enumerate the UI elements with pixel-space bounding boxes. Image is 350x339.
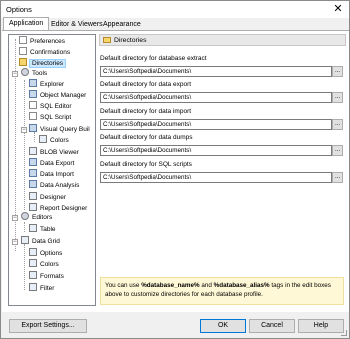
folder-icon	[19, 58, 27, 67]
preferences-icon	[19, 36, 27, 45]
collapse-editors-icon[interactable]: −	[12, 215, 18, 221]
tree-item-sql-editor[interactable]: SQL Editor	[29, 101, 72, 112]
tree-item-tools[interactable]: Tools	[21, 68, 47, 79]
field-label-data-dumps: Default directory for data dumps	[100, 134, 193, 141]
report-designer-icon	[29, 203, 37, 212]
visual-query-icon	[29, 124, 37, 133]
data-dumps-dir-input[interactable]: C:\Users\Softpedia\Documents\	[100, 145, 332, 156]
tree-item-data-export[interactable]: Data Export	[29, 158, 74, 169]
directories-panel: Directories Default directory for databa…	[99, 34, 346, 306]
tree-item-table[interactable]: Table	[29, 224, 56, 235]
folder-icon	[103, 37, 111, 43]
formats-icon	[29, 271, 37, 280]
tree-item-blob-viewer[interactable]: BLOB Viewer	[29, 147, 79, 158]
browse-sql-scripts-button[interactable]: ...	[332, 172, 343, 183]
options-icon	[29, 248, 37, 257]
tree-item-explorer[interactable]: Explorer	[29, 79, 64, 90]
tools-icon	[21, 68, 29, 77]
window-title: Options	[6, 5, 32, 14]
info-hint: You can use %database_name% and %databas…	[100, 277, 344, 305]
cancel-button[interactable]: Cancel	[249, 319, 295, 333]
blob-viewer-icon	[29, 147, 37, 156]
tag-database-name: %database_name%	[141, 282, 200, 289]
title-bar: Options ✕	[1, 1, 349, 18]
options-window: Options ✕ Application Editor & Viewers A…	[0, 0, 350, 339]
sql-script-icon	[29, 112, 37, 121]
tree-line	[24, 244, 25, 290]
editors-icon	[21, 212, 29, 221]
tree-item-data-analysis[interactable]: Data Analysis	[29, 180, 79, 191]
field-label-database-extract: Default directory for database extract	[100, 55, 207, 62]
object-manager-icon	[29, 90, 37, 99]
database-extract-dir-input[interactable]: C:\Users\Softpedia\Documents\	[100, 66, 332, 77]
tree-item-data-grid[interactable]: Data Grid	[21, 236, 60, 247]
field-label-data-import: Default directory for data import	[100, 108, 192, 115]
confirmations-icon	[19, 47, 27, 56]
colors-icon	[29, 259, 37, 268]
data-grid-icon	[21, 236, 29, 245]
sql-scripts-dir-input[interactable]: C:\Users\Softpedia\Documents\	[100, 172, 332, 183]
resize-grip-icon[interactable]	[341, 330, 347, 336]
tag-database-alias: %database_alias%	[213, 282, 270, 289]
tree-item-grid-colors[interactable]: Colors	[29, 259, 59, 270]
sql-editor-icon	[29, 101, 37, 110]
data-export-icon	[29, 158, 37, 167]
collapse-visual-query-icon[interactable]: −	[21, 127, 27, 133]
panel-header: Directories	[99, 34, 346, 46]
filter-icon	[29, 283, 37, 292]
tree-item-visual-query-builder[interactable]: Visual Query Buil	[29, 124, 90, 135]
browse-data-import-button[interactable]: ...	[332, 119, 343, 130]
browse-database-extract-button[interactable]: ...	[332, 66, 343, 77]
field-label-sql-scripts: Default directory for SQL scripts	[100, 161, 192, 168]
data-export-dir-input[interactable]: C:\Users\Softpedia\Documents\	[100, 92, 332, 103]
help-button[interactable]: Help	[298, 319, 344, 333]
collapse-data-grid-icon[interactable]: −	[12, 239, 18, 245]
options-tree[interactable]: − − − − Preferences Confirmations Direct…	[8, 34, 96, 306]
tree-item-grid-formats[interactable]: Formats	[29, 271, 64, 282]
browse-data-export-button[interactable]: ...	[332, 92, 343, 103]
tree-item-editors[interactable]: Editors	[21, 212, 52, 223]
collapse-tools-icon[interactable]: −	[12, 71, 18, 77]
close-icon[interactable]: ✕	[331, 2, 345, 16]
tab-content: − − − − Preferences Confirmations Direct…	[2, 30, 349, 312]
export-settings-button[interactable]: Export Settings...	[9, 319, 87, 333]
tree-line	[24, 80, 25, 210]
tree-item-data-import[interactable]: Data Import	[29, 169, 74, 180]
tab-application[interactable]: Application	[3, 17, 50, 31]
tree-line	[24, 222, 25, 232]
tree-item-confirmations[interactable]: Confirmations	[19, 47, 70, 58]
field-label-data-export: Default directory for data export	[100, 81, 192, 88]
data-import-dir-input[interactable]: C:\Users\Softpedia\Documents\	[100, 119, 332, 130]
tree-item-vqb-colors[interactable]: Colors	[39, 135, 69, 146]
ok-button[interactable]: OK	[200, 319, 246, 333]
explorer-icon	[29, 79, 37, 88]
panel-title: Directories	[114, 37, 147, 44]
table-icon	[29, 224, 37, 233]
tree-item-designer[interactable]: Designer	[29, 192, 66, 203]
colors-icon	[39, 135, 47, 144]
tree-item-grid-filter[interactable]: Filter	[29, 283, 54, 294]
tree-item-grid-options[interactable]: Options	[29, 248, 62, 259]
tree-item-sql-script[interactable]: SQL Script	[29, 112, 71, 123]
tree-item-preferences[interactable]: Preferences	[19, 36, 65, 47]
data-analysis-icon	[29, 180, 37, 189]
data-import-icon	[29, 169, 37, 178]
tree-item-object-manager[interactable]: Object Manager	[29, 90, 86, 101]
browse-data-dumps-button[interactable]: ...	[332, 145, 343, 156]
designer-icon	[29, 192, 37, 201]
